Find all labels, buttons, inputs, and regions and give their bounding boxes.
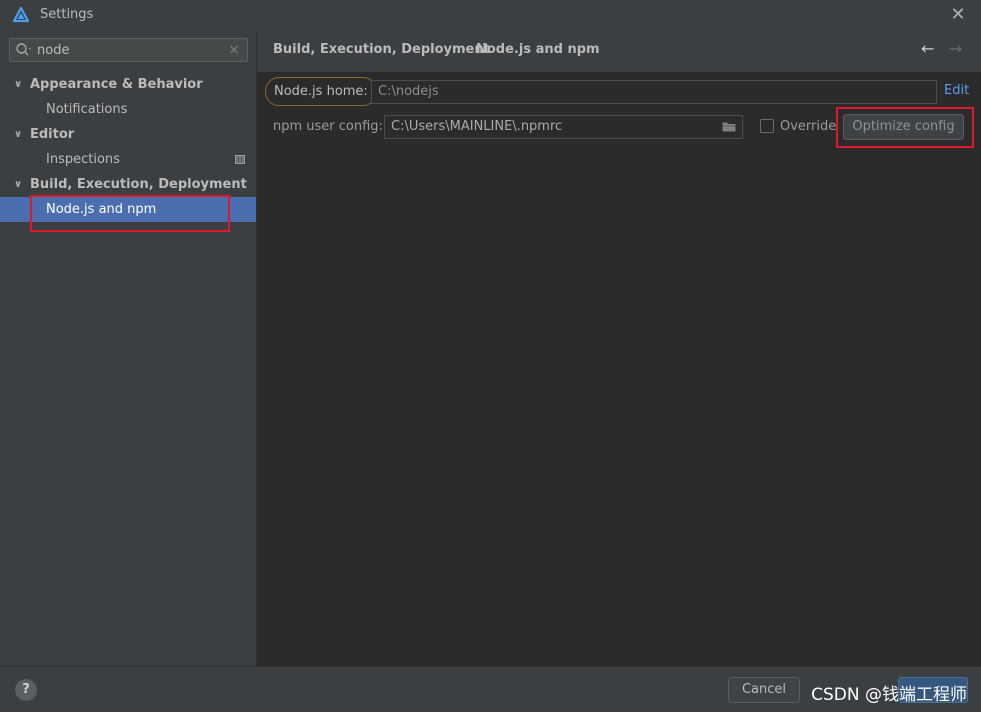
tree-item-build-execution-deployment[interactable]: ∨ Build, Execution, Deployment xyxy=(0,172,256,197)
settings-tree: ∨ Appearance & Behavior Notifications ∨ … xyxy=(0,72,256,222)
tree-item-editor[interactable]: ∨ Editor xyxy=(0,122,256,147)
chevron-down-icon[interactable]: ∨ xyxy=(14,172,24,197)
npm-config-value: C:\Users\MAINLINE\.npmrc xyxy=(391,119,563,134)
folder-icon[interactable] xyxy=(722,121,736,132)
tree-item-label: Appearance & Behavior xyxy=(30,77,203,92)
optimize-config-button[interactable]: Optimize config xyxy=(843,114,964,140)
nodejs-settings-form: Node.js home: C:\nodejs Edit npm user co… xyxy=(257,72,981,666)
help-button[interactable]: ? xyxy=(15,679,37,701)
breadcrumb: Build, Execution, Deployment › Node.js a… xyxy=(257,30,981,72)
tree-item-label: Node.js and npm xyxy=(46,202,157,217)
search-box[interactable]: × xyxy=(9,38,248,62)
tree-item-notifications[interactable]: Notifications xyxy=(0,97,256,122)
tree-item-label: Build, Execution, Deployment xyxy=(30,177,247,192)
npm-config-label: npm user config: xyxy=(273,119,383,134)
app-logo-icon xyxy=(12,6,30,23)
node-home-label: Node.js home: xyxy=(265,77,377,106)
chevron-down-icon[interactable]: ∨ xyxy=(14,122,24,147)
edit-link[interactable]: Edit xyxy=(944,83,969,98)
title-bar: Settings ✕ xyxy=(0,0,981,30)
tree-item-label: Editor xyxy=(30,127,75,142)
back-arrow-icon[interactable]: ← xyxy=(921,39,934,58)
breadcrumb-current: Node.js and npm xyxy=(476,42,600,57)
override-label: Override xyxy=(780,119,837,134)
search-input[interactable] xyxy=(37,41,227,59)
settings-main-panel: Build, Execution, Deployment › Node.js a… xyxy=(257,30,981,666)
watermark-text: CSDN @钱端工程师 xyxy=(811,685,967,705)
tree-item-nodejs-npm[interactable]: Node.js and npm xyxy=(0,197,256,222)
settings-sidebar: × ∨ Appearance & Behavior Notifications … xyxy=(0,30,257,666)
tree-item-inspections[interactable]: Inspections xyxy=(0,147,256,172)
dialog-footer: ? Cancel CSDN @钱端工程师 xyxy=(0,666,981,712)
close-button[interactable]: ✕ xyxy=(947,4,969,26)
search-icon xyxy=(16,43,31,56)
chevron-down-icon[interactable]: ∨ xyxy=(14,72,24,97)
tree-item-label: Inspections xyxy=(46,152,120,167)
forward-arrow-icon[interactable]: → xyxy=(949,39,962,58)
tree-item-appearance-behavior[interactable]: ∨ Appearance & Behavior xyxy=(0,72,256,97)
cancel-button[interactable]: Cancel xyxy=(728,677,800,703)
project-level-icon xyxy=(235,155,245,164)
npm-config-field[interactable]: C:\Users\MAINLINE\.npmrc xyxy=(384,115,743,139)
override-checkbox[interactable] xyxy=(760,119,774,133)
breadcrumb-parent: Build, Execution, Deployment xyxy=(273,42,490,57)
clear-search-icon[interactable]: × xyxy=(228,41,240,59)
breadcrumb-separator: › xyxy=(461,42,467,57)
tree-item-label: Notifications xyxy=(46,102,128,117)
node-home-field[interactable]: C:\nodejs xyxy=(371,80,937,104)
window-title: Settings xyxy=(40,7,94,22)
